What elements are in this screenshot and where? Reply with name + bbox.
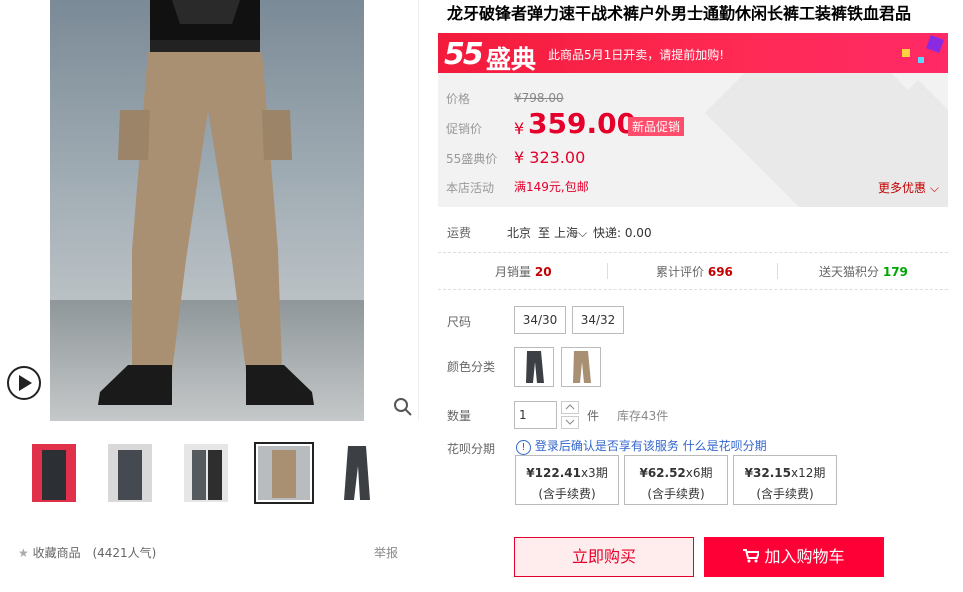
event-price: ¥ 323.00: [514, 148, 586, 167]
ship-to-city: 上海: [554, 226, 579, 240]
size-option-34-32[interactable]: 34/32: [572, 306, 624, 334]
banner-logo-text: 盛典: [486, 45, 537, 73]
thumbnail-1[interactable]: [28, 442, 80, 504]
ship-to-select[interactable]: 上海⌵: [554, 224, 587, 241]
plan-fee-note: (含手续费): [756, 487, 814, 501]
reviews-value: 696: [707, 265, 733, 279]
shipping-row: 运费 北京 至 上海⌵ 快递: 0.00: [438, 217, 948, 252]
product-main-image[interactable]: [0, 0, 418, 421]
chevron-down-icon: ⌵: [578, 226, 588, 240]
promo-price-label: 促销价: [446, 122, 483, 136]
ship-method: 快递: 0.00: [593, 226, 652, 240]
promo-currency: ¥: [514, 119, 525, 138]
banner-logo-number: 55: [444, 37, 484, 72]
thumbnail-4[interactable]: [254, 442, 314, 504]
chevron-down-icon: [565, 419, 575, 425]
plan-periods: x3期: [580, 466, 608, 480]
shipping-label: 运费: [447, 226, 472, 240]
installment-plan-6[interactable]: ¥62.52x6期 (含手续费): [624, 455, 728, 505]
installment-info-text: 登录后确认是否享有该服务: [534, 439, 679, 453]
installment-plan-3[interactable]: ¥122.41x3期 (含手续费): [515, 455, 619, 505]
play-icon: [19, 375, 32, 391]
buy-now-button[interactable]: 立即购买: [514, 537, 694, 577]
chevron-up-icon: [565, 404, 575, 410]
gallery-divider: [418, 0, 419, 421]
more-offers-link[interactable]: 更多优惠 ⌵: [878, 179, 939, 196]
quantity-label: 数量: [447, 409, 472, 423]
quantity-increase-button[interactable]: [561, 401, 579, 414]
star-icon: ★: [18, 546, 29, 560]
thumbnail-5[interactable]: [332, 442, 384, 504]
product-photo: [98, 0, 314, 405]
ship-from: 北京: [507, 226, 532, 240]
divider: [438, 289, 948, 290]
color-label: 颜色分类: [447, 360, 496, 374]
points-value: 179: [882, 265, 908, 279]
favorite-label: 收藏商品: [32, 546, 81, 560]
installment-help-link[interactable]: 什么是花呗分期: [683, 439, 767, 453]
ship-to-word: 至: [538, 226, 551, 240]
monthly-sales-value: 20: [534, 265, 552, 279]
quantity-input[interactable]: 1: [514, 401, 557, 429]
add-to-cart-button[interactable]: 加入购物车: [704, 537, 884, 577]
zoom-icon[interactable]: [393, 397, 413, 417]
monthly-sales: 月销量 20: [495, 263, 552, 280]
plan-fee-note: (含手续费): [647, 487, 705, 501]
plan-amount: ¥32.15: [744, 466, 791, 480]
promo-tag: 新品促销: [628, 117, 685, 136]
play-video-button[interactable]: [7, 366, 41, 400]
stat-separator: [777, 263, 778, 279]
stats-row: 月销量 20 累计评价 696 送天猫积分 179: [438, 253, 948, 289]
plan-periods: x12期: [790, 466, 826, 480]
quantity-decrease-button[interactable]: [561, 416, 579, 429]
original-price: ¥798.00: [514, 91, 564, 105]
promo-banner: 55 盛典 此商品5月1日开卖，请提前加购!: [438, 33, 948, 73]
store-activity: 满149元,包邮: [514, 180, 589, 194]
thumbnail-3[interactable]: [180, 442, 232, 504]
gift-decoration-icon: [902, 35, 944, 63]
stock-count: 库存43件: [617, 409, 669, 423]
stat-separator: [607, 263, 608, 279]
report-link[interactable]: 举报: [374, 544, 398, 561]
price-panel: 价格 ¥798.00 促销价 ¥ 359.00 新品促销 55盛典价 ¥ 323…: [438, 73, 948, 207]
color-option-khaki[interactable]: [561, 347, 601, 387]
installment-plan-12[interactable]: ¥32.15x12期 (含手续费): [733, 455, 837, 505]
price-label: 价格: [446, 92, 471, 106]
info-icon: !: [516, 440, 531, 455]
chevron-down-icon: ⌵: [929, 181, 939, 195]
plan-amount: ¥62.52: [639, 466, 686, 480]
total-reviews[interactable]: 累计评价 696: [656, 263, 733, 280]
add-to-cart-label: 加入购物车: [764, 547, 845, 566]
size-label: 尺码: [447, 315, 472, 329]
quantity-unit: 件: [587, 409, 600, 423]
popularity-count: (4421人气): [92, 546, 157, 560]
plan-amount: ¥122.41: [526, 466, 581, 480]
store-activity-label: 本店活动: [446, 181, 495, 195]
cart-icon: [743, 538, 761, 578]
installment-info: ! 登录后确认是否享有该服务 什么是花呗分期: [516, 437, 767, 455]
color-option-gray[interactable]: [514, 347, 554, 387]
product-title: 龙牙破锋者弹力速干战术裤户外男士通勤休闲长裤工装裤铁血君品: [447, 4, 912, 23]
event-price-label: 55盛典价: [446, 152, 498, 166]
plan-periods: x6期: [685, 466, 713, 480]
thumbnail-2[interactable]: [104, 442, 156, 504]
tmall-points: 送天猫积分 179: [819, 263, 908, 280]
monthly-sales-label: 月销量: [495, 265, 532, 279]
banner-message: 此商品5月1日开卖，请提前加购!: [548, 48, 725, 62]
size-option-34-30[interactable]: 34/30: [514, 306, 566, 334]
plan-fee-note: (含手续费): [538, 487, 596, 501]
reviews-label: 累计评价: [656, 265, 705, 279]
favorite-link[interactable]: ★ 收藏商品 (4421人气): [18, 544, 156, 561]
promo-price: 359.00: [528, 107, 637, 140]
points-label: 送天猫积分: [819, 265, 880, 279]
installment-label: 花呗分期: [447, 442, 496, 456]
more-offers-label: 更多优惠: [878, 181, 927, 195]
